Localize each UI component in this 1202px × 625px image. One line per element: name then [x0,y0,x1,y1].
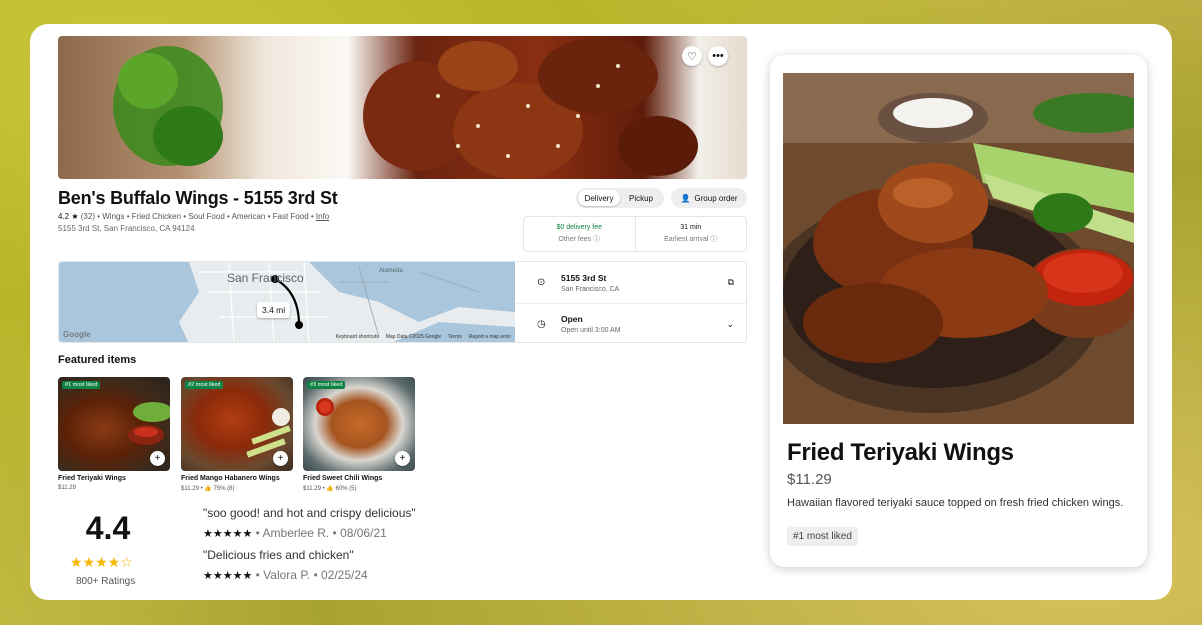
ratings-count: 800+ Ratings [76,576,136,587]
item-image: #2 most liked + [181,377,293,471]
info-icon: ⓘ [710,236,718,243]
rating-stars: ★★★★☆ [70,554,133,570]
review-item: "soo good! and hot and crispy delicious"… [203,506,416,540]
city-label: San Francisco, CA [561,285,620,293]
chevron-down-icon[interactable]: ⌄ [726,319,734,330]
restaurant-address: 5155 3rd St, San Francisco, CA 94124 [58,224,195,233]
map-footer-item: Map Data ©2025 Google [385,334,442,340]
location-details: ⊙ 5155 3rd St San Francisco, CA ⧉ ◷ Open… [515,262,746,342]
more-icon: ••• [712,50,724,62]
review-count: (32) [80,212,95,221]
categories: • Wings • Fried Chicken • Soul Food • Am… [97,212,314,221]
heart-icon: ♡ [687,50,697,63]
add-to-cart-button[interactable]: + [150,451,165,466]
arrival-time-block[interactable]: 31 min Earliest arrival ⓘ [634,217,747,251]
review-quote: "soo good! and hot and crispy delicious" [203,506,416,520]
group-order-button[interactable]: 👤 Group order [671,188,747,208]
map-footer-item[interactable]: Report a map error [469,334,511,340]
featured-item[interactable]: #2 most liked + Fried Mango Habanero Win… [181,377,293,492]
arrival-label: Earliest arrival [664,236,709,243]
hero-image: ♡ ••• [58,36,747,179]
distance-badge: 3.4 mi [257,302,291,318]
review-stars: ★★★★★ [203,528,253,540]
order-mode-toggle: Delivery Pickup [576,188,664,208]
clock-icon: ◷ [537,318,546,330]
overall-rating: 4.4 [85,510,131,546]
review-quote: "Delicious fries and chicken" [203,548,354,562]
featured-item[interactable]: #1 most liked + Fried Teriyaki Wings $11… [58,377,170,491]
address-row[interactable]: ⊙ 5155 3rd St San Francisco, CA ⧉ [515,262,746,303]
fees-summary: $0 delivery fee Other fees ⓘ 31 min Earl… [523,216,747,252]
item-image: #3 most liked + [303,377,415,471]
map-footer-item[interactable]: Terms [448,334,462,340]
delivery-option[interactable]: Delivery [578,190,620,206]
item-name: Fried Mango Habanero Wings [181,475,280,482]
add-person-icon: 👤 [680,193,691,203]
pickup-option[interactable]: Pickup [620,190,662,206]
info-icon: ⓘ [593,236,601,243]
favorite-button[interactable]: ♡ [682,46,702,66]
detail-most-liked-badge: #1 most liked [787,527,858,546]
more-options-button[interactable]: ••• [708,46,728,66]
delivery-fee: $0 delivery fee [556,224,603,231]
item-price: $11.29 • 👍 75% (8) [181,486,235,492]
most-liked-badge: #3 most liked [307,381,346,389]
map-view[interactable]: San Francisco Alameda 3.4 mi Google Keyb… [59,262,515,342]
item-image: #1 most liked + [58,377,170,471]
copy-icon[interactable]: ⧉ [728,277,734,288]
delivery-fee-block[interactable]: $0 delivery fee Other fees ⓘ [524,217,635,251]
other-fees-label: Other fees [558,236,592,243]
item-detail-image [783,73,1134,424]
group-order-label: Group order [694,193,738,203]
map-footer-item[interactable]: Keyboard shortcuts [336,334,379,340]
restaurant-title: Ben's Buffalo Wings - 5155 3rd St [58,188,338,208]
review-meta: • Valora P. • 02/25/24 [252,568,368,582]
review-meta: • Amberlee R. • 08/06/21 [252,526,387,540]
location-pin-icon: ⊙ [537,277,546,288]
item-name: Fried Sweet Chili Wings [303,475,383,482]
featured-heading: Featured items [58,354,137,366]
map-city-label: San Francisco [227,271,304,285]
location-panel: San Francisco Alameda 3.4 mi Google Keyb… [58,261,747,343]
most-liked-badge: #1 most liked [62,381,101,389]
item-name: Fried Teriyaki Wings [58,475,126,482]
most-liked-badge: #2 most liked [185,381,224,389]
hours-detail: Open until 3:00 AM [561,327,621,334]
arrival-time: 31 min [680,224,702,231]
review-item: "Delicious fries and chicken" ★★★★★ • Va… [203,548,368,582]
review-stars: ★★★★★ [203,570,253,582]
hours-row[interactable]: ◷ Open Open until 3:00 AM ⌄ [515,303,746,342]
add-to-cart-button[interactable]: + [273,451,288,466]
info-link[interactable]: Info [316,212,329,221]
restaurant-meta: 4.2 ★ (32) • Wings • Fried Chicken • Sou… [58,212,329,221]
hours-status: Open [561,314,583,324]
add-to-cart-button[interactable]: + [395,451,410,466]
detail-item-name: Fried Teriyaki Wings [787,439,1014,466]
street-label: 5155 3rd St [561,272,607,283]
map-alameda-label: Alameda [379,268,403,274]
rating-value: 4.2 ★ [58,212,79,221]
map-footer: Keyboard shortcuts Map Data ©2025 Google… [336,334,511,340]
featured-item[interactable]: #3 most liked + Fried Sweet Chili Wings … [303,377,415,492]
item-price: $11.29 [58,485,76,491]
google-logo: Google [63,330,91,339]
detail-item-price: $11.29 [787,471,832,488]
item-price: $11.29 • 👍 60% (5) [303,486,357,492]
item-detail-card: Fried Teriyaki Wings $11.29 Hawaiian fla… [770,55,1147,567]
detail-item-description: Hawaiian flavored teriyaki sauce topped … [787,497,1124,509]
